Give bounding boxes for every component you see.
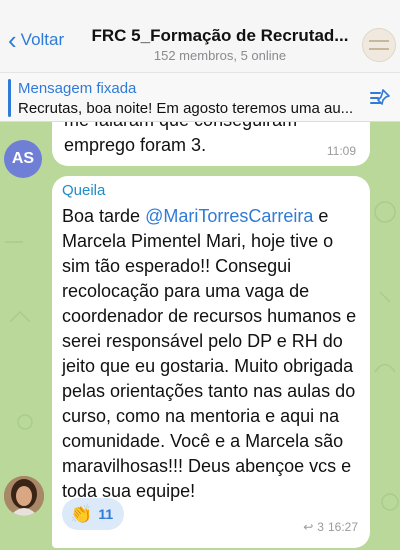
message-time: 11:09	[326, 144, 356, 158]
chat-header: ‹ Voltar FRC 5_Formação de Recrutad... 1…	[0, 0, 400, 72]
sender-name[interactable]: Queila	[62, 182, 105, 199]
chat-subtitle: 152 membros, 5 online	[153, 48, 287, 63]
pinned-message-bar[interactable]: Mensagem fixada Recrutas, boa noite! Em …	[0, 72, 400, 122]
message-text: Boa tarde @MariTorresCarreira e Marcela …	[62, 204, 362, 504]
message-time: 16:27	[327, 520, 358, 534]
reaction-count: 11	[98, 506, 114, 522]
chat-area[interactable]: me falaram que conseguiram emprego foram…	[0, 122, 400, 550]
pinned-text: Recrutas, boa noite! Em agosto teremos u…	[18, 100, 354, 117]
mention-link[interactable]: @MariTorresCarreira	[145, 206, 313, 226]
clap-emoji-icon: 👏	[70, 503, 93, 524]
chat-title: FRC 5_Formação de Recrutad...	[91, 26, 349, 45]
pin-list-icon[interactable]	[368, 86, 392, 110]
group-avatar[interactable]	[362, 28, 396, 62]
message-text-part: Boa tarde	[62, 206, 146, 226]
back-label: Voltar	[20, 30, 65, 49]
message-meta: ↩ 3 16:27	[303, 520, 358, 534]
pinned-accent-bar	[8, 79, 11, 117]
message-bubble[interactable]: Queila Boa tarde @MariTorresCarreira e M…	[52, 176, 370, 548]
reply-count[interactable]: 3	[317, 520, 324, 534]
message-text: me falaram que conseguiram emprego foram…	[64, 122, 297, 155]
avatar[interactable]	[4, 476, 44, 516]
avatar[interactable]: AS	[4, 140, 42, 178]
message-bubble[interactable]: me falaram que conseguiram emprego foram…	[52, 122, 370, 166]
message-text-part: e Marcela Pimentel Mari, hoje tive o sim…	[62, 206, 357, 501]
chevron-left-icon: ‹	[8, 25, 17, 55]
reply-arrow-icon: ↩	[303, 520, 314, 534]
reaction-chip[interactable]: 👏 11	[62, 498, 124, 530]
pinned-title: Mensagem fixada	[18, 80, 137, 97]
chat-title-block[interactable]: FRC 5_Formação de Recrutad... 152 membro…	[84, 26, 356, 63]
back-button[interactable]: ‹ Voltar	[8, 25, 65, 55]
